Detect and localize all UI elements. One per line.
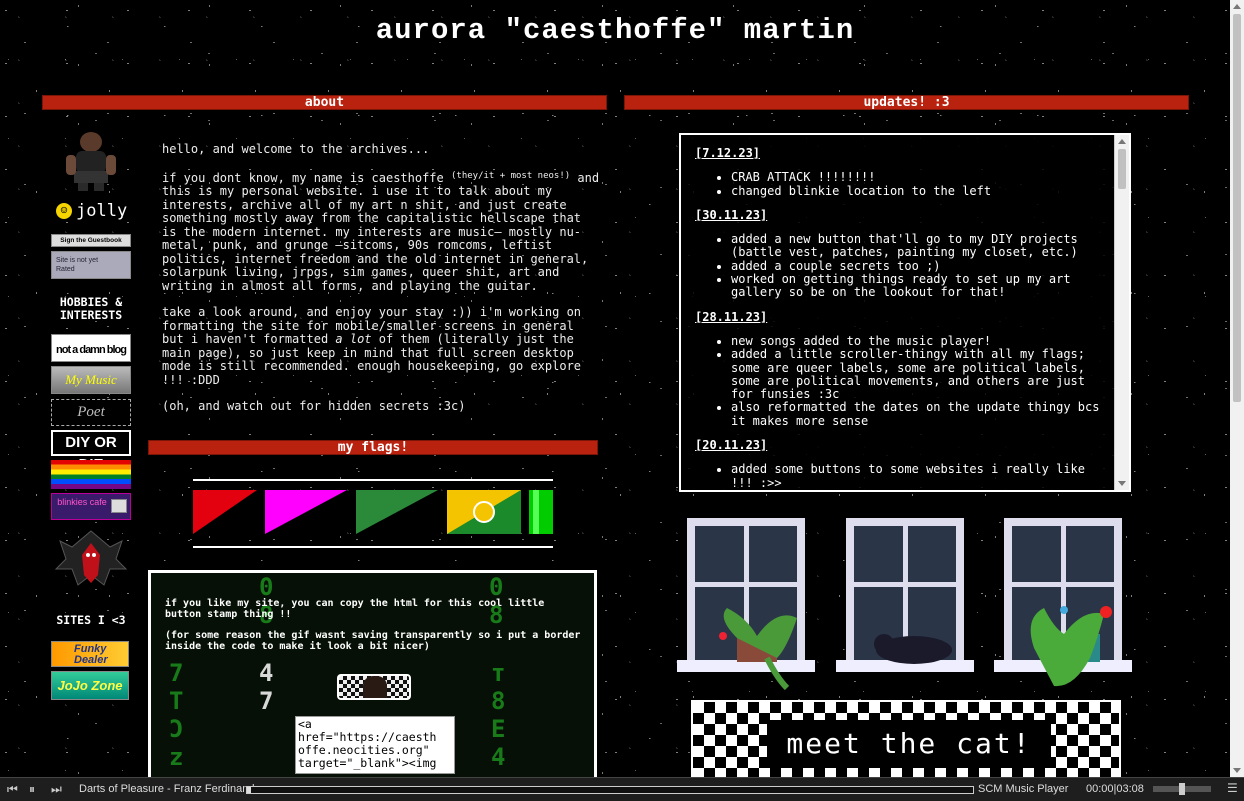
- about-header: about: [42, 95, 607, 110]
- flag-solarpunk: [447, 490, 521, 534]
- update-items: added a new button that'll go to my DIY …: [695, 233, 1105, 299]
- stamp-avatar: [363, 676, 387, 698]
- devil-emblem: [52, 525, 130, 595]
- window-cat-sleeping: [836, 518, 974, 676]
- updates-header: updates! :3: [624, 95, 1189, 110]
- page-title: aurora "caesthoffe" martin: [375, 14, 855, 47]
- update-items: added some buttons to some websites i re…: [695, 463, 1105, 490]
- not-rated-label: Site is not yet Rated: [56, 257, 99, 273]
- volume-slider[interactable]: [1153, 783, 1211, 795]
- not-rated-badge: Site is not yet Rated: [51, 251, 131, 279]
- pause-icon[interactable]: ⏸: [29, 782, 35, 797]
- update-items: new songs added to the music player!adde…: [695, 334, 1105, 428]
- update-item: new songs added to the music player!: [731, 334, 1105, 348]
- update-item: CRAB ATTACK !!!!!!!!: [731, 170, 1105, 184]
- stamp-note: (for some reason the gif wasnt saving tr…: [165, 630, 581, 652]
- window-plant-left: [677, 518, 815, 691]
- music-label: My Music: [65, 372, 117, 387]
- flag-red-black: [193, 490, 257, 534]
- jolly-label: jolly: [76, 201, 128, 221]
- smiley-icon: ☺: [56, 203, 72, 219]
- jojo-zone-button[interactable]: JoJo Zone: [51, 671, 129, 700]
- track-progress-bar[interactable]: [246, 786, 974, 794]
- about-intro: hello, and welcome to the archives...: [162, 142, 430, 156]
- stamp-code-textarea[interactable]: <a href="https://caesthoffe.neocities.or…: [295, 716, 455, 774]
- guestbook-button[interactable]: Sign the Guestbook: [51, 234, 131, 247]
- avatar: [52, 129, 130, 193]
- update-item: added a couple secrets too ;): [731, 259, 1105, 273]
- update-date[interactable]: [7.12.23]: [695, 146, 1105, 160]
- computer-icon: [111, 499, 127, 513]
- about-secrets: (oh, and watch out for hidden secrets :3…: [162, 399, 466, 413]
- update-items: CRAB ATTACK !!!!!!!!changed blinkie loca…: [695, 170, 1105, 198]
- update-item: added a little scroller-thingy with all …: [731, 348, 1105, 401]
- poet-label: Poet: [77, 404, 105, 420]
- matrix-rain-decoration: т8Е4: [491, 659, 506, 771]
- track-time: 00:00|03:08: [1086, 783, 1144, 795]
- hobbies-heading: HOBBIES & INTERESTS: [59, 295, 123, 322]
- next-track-icon[interactable]: ⏭: [51, 782, 62, 797]
- update-item: added some buttons to some websites i re…: [731, 463, 1105, 490]
- player-name: SCM Music Player: [978, 783, 1069, 795]
- updates-scrollbar[interactable]: [1114, 135, 1129, 490]
- blog-label: not a damn blog: [56, 344, 127, 356]
- stamp-instructions: if you like my site, you can copy the ht…: [165, 598, 545, 620]
- update-item: changed blinkie location to the left: [731, 184, 1105, 198]
- about-housekeeping: take a look around, and enjoy your stay …: [162, 305, 582, 387]
- window-plant-right: [994, 518, 1132, 690]
- matrix-rain-decoration: 7TƆz: [169, 659, 184, 771]
- pronouns: (they/it + most neos!): [450, 170, 571, 181]
- playlist-menu-icon[interactable]: ☰: [1227, 781, 1238, 795]
- funky-label: Funky Dealer: [74, 643, 108, 666]
- updates-list: [7.12.23] CRAB ATTACK !!!!!!!!changed bli…: [695, 146, 1105, 490]
- update-item: worked on getting things ready to set up…: [731, 273, 1105, 300]
- poet-button[interactable]: Poet: [51, 399, 131, 426]
- flag-green-black: [356, 490, 438, 534]
- flags-header: my flags!: [148, 440, 598, 455]
- update-date[interactable]: [30.11.23]: [695, 208, 1105, 222]
- page-scrollbar[interactable]: [1230, 0, 1244, 777]
- about-text: hello, and welcome to the archives... if…: [162, 142, 602, 427]
- guestbook-label: Sign the Guestbook: [60, 237, 122, 244]
- blinkies-cafe-button[interactable]: blinkies cafe: [51, 493, 131, 520]
- updates-box[interactable]: [7.12.23] CRAB ATTACK !!!!!!!!changed bli…: [679, 133, 1131, 492]
- flag-magenta-black: [265, 490, 347, 534]
- previous-track-icon[interactable]: ⏮: [7, 782, 18, 797]
- track-title: Darts of Pleasure - Franz Ferdinand: [79, 783, 255, 795]
- blinkies-label: blinkies cafe: [57, 497, 107, 507]
- about-bio: if you dont know, my name is caesthoffe …: [162, 170, 600, 293]
- jojo-label: JoJo Zone: [57, 678, 123, 693]
- flag-partial-green: [529, 490, 553, 534]
- site-stamp-button[interactable]: [337, 674, 411, 700]
- diy-button[interactable]: DIY OR DIE: [51, 430, 131, 473]
- music-button[interactable]: My Music: [51, 366, 131, 394]
- meet-the-cat-banner[interactable]: meet the cat!: [691, 700, 1121, 780]
- funky-dealer-button[interactable]: Funky Dealer: [51, 641, 129, 667]
- button-stamp-box: 08 7TƆz 47 08 т8Е4 if you like my site, …: [148, 570, 597, 800]
- update-item: added a new button that'll go to my DIY …: [731, 233, 1105, 260]
- rainbow-flag-button[interactable]: [51, 460, 131, 489]
- flags-scroller: [193, 479, 553, 548]
- meet-the-cat-label: meet the cat!: [767, 720, 1051, 768]
- left-sidebar: ☺ jolly Sign the Guestbook Site is not y…: [50, 125, 132, 775]
- jolly-badge: ☺ jolly: [54, 201, 130, 223]
- music-player-bar: ⏮ ⏸ ⏭ Darts of Pleasure - Franz Ferdinan…: [0, 777, 1244, 801]
- sites-heading: SITES I <3: [56, 613, 126, 627]
- update-date[interactable]: [28.11.23]: [695, 310, 1105, 324]
- update-date[interactable]: [20.11.23]: [695, 438, 1105, 452]
- matrix-rain-decoration: 47: [259, 659, 274, 715]
- blog-button[interactable]: not a damn blog: [51, 334, 131, 362]
- update-item: also reformatted the dates on the update…: [731, 401, 1105, 428]
